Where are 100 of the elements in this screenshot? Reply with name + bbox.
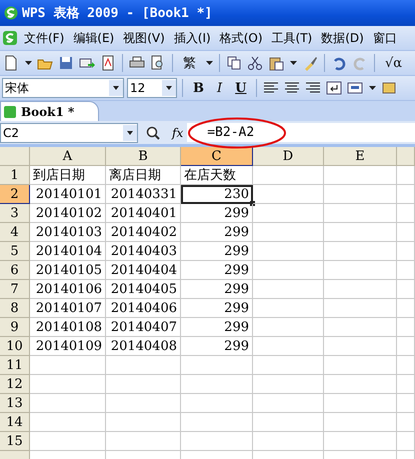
table-cell[interactable] bbox=[253, 223, 324, 242]
table-cell[interactable] bbox=[324, 223, 397, 242]
row-header[interactable]: 1 bbox=[0, 166, 30, 185]
table-cell[interactable]: 离店日期 bbox=[106, 166, 181, 185]
table-cell[interactable] bbox=[253, 337, 324, 356]
table-cell[interactable] bbox=[397, 394, 415, 413]
table-cell[interactable] bbox=[397, 166, 415, 185]
dropdown-icon[interactable] bbox=[109, 80, 123, 96]
table-cell[interactable] bbox=[397, 337, 415, 356]
table-cell[interactable] bbox=[106, 375, 181, 394]
sheet-tab[interactable]: Book1 * bbox=[0, 101, 100, 121]
table-cell[interactable]: 20140105 bbox=[30, 261, 106, 280]
table-cell[interactable]: 20140403 bbox=[106, 242, 181, 261]
table-cell[interactable] bbox=[397, 261, 415, 280]
table-cell[interactable] bbox=[253, 318, 324, 337]
table-cell[interactable]: 20140404 bbox=[106, 261, 181, 280]
table-cell[interactable] bbox=[253, 166, 324, 185]
table-cell[interactable] bbox=[397, 185, 415, 204]
table-cell[interactable]: 20140101 bbox=[30, 185, 106, 204]
row-header[interactable]: 15 bbox=[0, 432, 30, 451]
table-cell[interactable] bbox=[324, 394, 397, 413]
table-cell[interactable]: 299 bbox=[181, 204, 253, 223]
table-cell[interactable]: 20140108 bbox=[30, 318, 106, 337]
table-cell[interactable] bbox=[253, 413, 324, 432]
bold-button[interactable]: B bbox=[188, 78, 209, 98]
table-cell[interactable]: 20140109 bbox=[30, 337, 106, 356]
table-cell[interactable]: 299 bbox=[181, 337, 253, 356]
table-cell[interactable]: 20140102 bbox=[30, 204, 106, 223]
table-cell[interactable] bbox=[106, 394, 181, 413]
table-cell[interactable] bbox=[397, 432, 415, 451]
table-cell[interactable] bbox=[30, 356, 106, 375]
table-cell[interactable] bbox=[324, 242, 397, 261]
table-cell[interactable] bbox=[30, 375, 106, 394]
table-cell[interactable] bbox=[324, 413, 397, 432]
table-cell[interactable] bbox=[324, 261, 397, 280]
table-cell[interactable] bbox=[324, 337, 397, 356]
table-cell[interactable] bbox=[324, 166, 397, 185]
table-cell[interactable] bbox=[397, 413, 415, 432]
row-header[interactable]: 6 bbox=[0, 261, 30, 280]
table-cell[interactable] bbox=[324, 375, 397, 394]
table-cell[interactable] bbox=[253, 204, 324, 223]
table-cell[interactable] bbox=[181, 375, 253, 394]
copy-icon[interactable] bbox=[225, 54, 243, 72]
column-header[interactable]: E bbox=[324, 147, 397, 166]
table-cell[interactable] bbox=[106, 432, 181, 451]
menu-item[interactable]: 编辑(E) bbox=[70, 28, 118, 48]
table-cell[interactable] bbox=[253, 375, 324, 394]
table-cell[interactable] bbox=[253, 185, 324, 204]
row-header[interactable]: 3 bbox=[0, 204, 30, 223]
font-size-select[interactable]: 12 bbox=[127, 78, 177, 98]
table-cell[interactable] bbox=[181, 413, 253, 432]
cut-icon[interactable] bbox=[246, 54, 264, 72]
column-header[interactable]: D bbox=[253, 147, 324, 166]
table-cell[interactable] bbox=[324, 299, 397, 318]
table-cell[interactable] bbox=[181, 356, 253, 375]
table-cell[interactable] bbox=[181, 394, 253, 413]
row-header[interactable]: 2 bbox=[0, 185, 30, 204]
wrap-text-icon[interactable] bbox=[325, 79, 344, 97]
table-cell[interactable] bbox=[397, 299, 415, 318]
table-cell[interactable] bbox=[106, 413, 181, 432]
name-box[interactable]: C2 bbox=[0, 122, 138, 142]
menu-item[interactable]: 视图(V) bbox=[120, 28, 168, 48]
underline-button[interactable]: U bbox=[230, 78, 252, 98]
table-cell[interactable]: 20140407 bbox=[106, 318, 181, 337]
traditional-chinese-button[interactable]: 繁 bbox=[178, 53, 201, 73]
table-cell[interactable] bbox=[397, 375, 415, 394]
menu-item[interactable]: 插入(I) bbox=[170, 28, 214, 48]
column-header[interactable]: B bbox=[106, 147, 181, 166]
table-cell[interactable]: 20140408 bbox=[106, 337, 181, 356]
column-header[interactable]: A bbox=[30, 147, 106, 166]
table-cell[interactable] bbox=[397, 356, 415, 375]
row-header[interactable]: 13 bbox=[0, 394, 30, 413]
menu-item[interactable]: 格式(O) bbox=[216, 28, 266, 48]
dropdown-icon[interactable] bbox=[162, 80, 176, 96]
table-cell[interactable] bbox=[324, 185, 397, 204]
table-cell[interactable]: 20140406 bbox=[106, 299, 181, 318]
search-icon[interactable] bbox=[146, 126, 160, 140]
table-cell[interactable] bbox=[397, 318, 415, 337]
equation-button[interactable]: √α bbox=[380, 53, 408, 73]
table-cell[interactable]: 299 bbox=[181, 318, 253, 337]
table-cell[interactable]: 到店日期 bbox=[30, 166, 106, 185]
table-cell[interactable] bbox=[181, 432, 253, 451]
table-cell[interactable]: 20140106 bbox=[30, 280, 106, 299]
row-header[interactable]: 7 bbox=[0, 280, 30, 299]
table-cell[interactable]: 299 bbox=[181, 223, 253, 242]
table-cell[interactable] bbox=[324, 318, 397, 337]
table-cell[interactable]: 在店天数 bbox=[181, 166, 253, 185]
row-header[interactable]: 8 bbox=[0, 299, 30, 318]
row-header[interactable]: 4 bbox=[0, 223, 30, 242]
table-cell[interactable] bbox=[324, 280, 397, 299]
table-cell[interactable] bbox=[324, 204, 397, 223]
table-cell[interactable] bbox=[397, 204, 415, 223]
column-header[interactable]: C bbox=[181, 147, 253, 166]
table-cell[interactable] bbox=[106, 356, 181, 375]
formula-field[interactable]: =B2-A2 bbox=[187, 123, 415, 142]
table-cell[interactable] bbox=[397, 280, 415, 299]
table-cell[interactable] bbox=[397, 223, 415, 242]
table-cell[interactable]: 20140104 bbox=[30, 242, 106, 261]
menu-item[interactable]: 工具(T) bbox=[268, 28, 316, 48]
table-cell[interactable] bbox=[253, 299, 324, 318]
